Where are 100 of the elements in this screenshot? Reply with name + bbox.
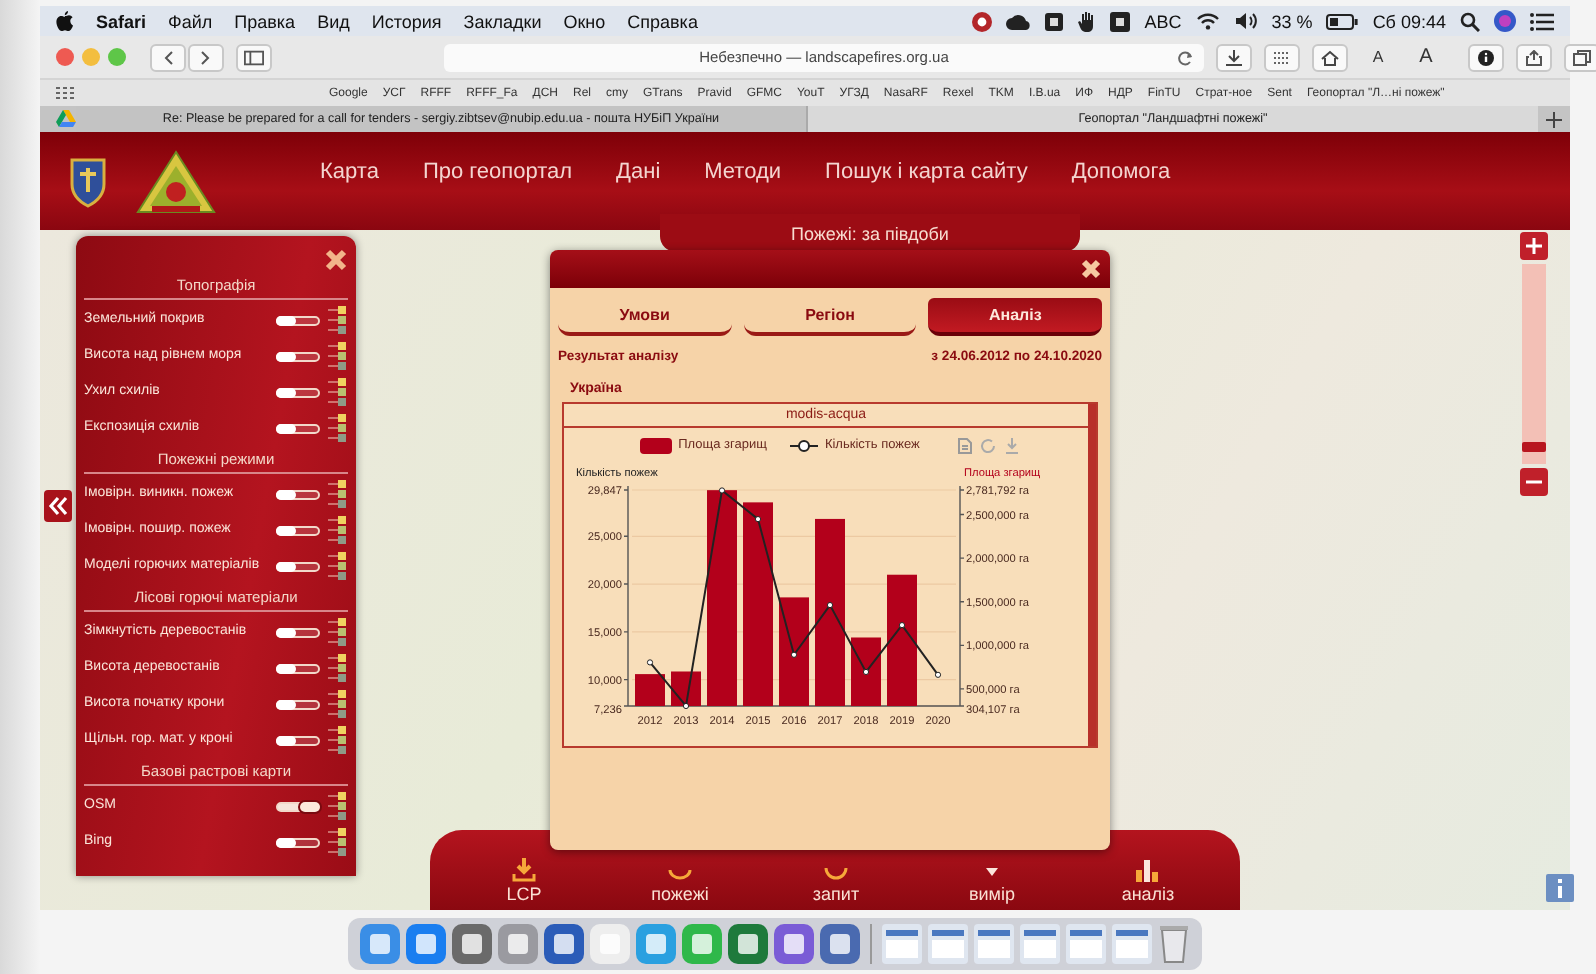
toggle-switch[interactable] — [276, 663, 320, 673]
input-source[interactable]: ABC — [1144, 11, 1182, 31]
app-icon[interactable] — [820, 924, 860, 964]
document-thumbnail-icon[interactable] — [1112, 924, 1152, 964]
toggle-switch[interactable] — [276, 699, 320, 709]
zoom-out-button[interactable] — [1520, 468, 1548, 496]
zoom-slider-track[interactable] — [1522, 264, 1546, 464]
collapse-button[interactable] — [44, 490, 72, 522]
chart-bar — [851, 637, 881, 706]
menu-item[interactable]: Файл — [168, 11, 213, 31]
nav-link[interactable]: Методи — [704, 159, 782, 183]
coat-of-arms-icon — [68, 155, 108, 207]
toggle-switch[interactable] — [276, 351, 320, 361]
nav-link[interactable]: Пошук і карта сайту — [825, 159, 1028, 183]
screen-icon[interactable] — [1044, 11, 1065, 31]
logo-icon — [136, 149, 216, 213]
text-size-button[interactable]: A — [1360, 43, 1396, 71]
tool-button[interactable]: вимір — [914, 858, 1070, 904]
tool-button[interactable]: пожежі — [602, 858, 758, 904]
orb-icon[interactable] — [1494, 10, 1516, 32]
legend-icon — [328, 341, 346, 371]
toggle-switch[interactable] — [276, 561, 320, 571]
tool-button[interactable]: аналіз — [1070, 858, 1226, 904]
nav-link[interactable]: Дані — [616, 159, 661, 183]
close-icon[interactable] — [324, 248, 348, 272]
menu-item[interactable]: Вид — [317, 11, 350, 31]
clock[interactable]: Сб 09:44 — [1372, 11, 1446, 31]
data-point — [934, 671, 942, 678]
app-icon[interactable] — [728, 924, 768, 964]
tool-button[interactable]: запит — [758, 858, 914, 904]
app-icon[interactable] — [360, 924, 400, 964]
dialog-tab[interactable]: Аналіз — [928, 298, 1103, 336]
toggle-switch[interactable] — [276, 489, 320, 499]
legend-icon — [328, 725, 346, 755]
plus-icon[interactable] — [1546, 111, 1562, 127]
toggle-switch[interactable] — [276, 315, 320, 325]
volume-icon[interactable] — [1233, 12, 1258, 30]
hand-icon[interactable] — [1078, 10, 1097, 32]
legend-icon — [328, 827, 346, 857]
document-thumbnail-icon[interactable] — [882, 924, 922, 964]
document-thumbnail-icon[interactable] — [974, 924, 1014, 964]
nav-link[interactable]: Допомога — [1071, 159, 1171, 183]
trash-icon[interactable] — [1158, 924, 1190, 964]
menu-item[interactable]: Закладки — [463, 11, 542, 31]
legend-icon — [328, 305, 346, 335]
toggle-switch[interactable] — [276, 735, 320, 745]
circle-icon[interactable] — [972, 11, 993, 31]
toggle-switch[interactable] — [276, 837, 320, 847]
nav-link[interactable]: Про геопортал — [422, 159, 573, 183]
toggle-switch[interactable] — [276, 387, 320, 397]
back-button[interactable] — [150, 43, 186, 71]
tabs-button[interactable] — [1564, 43, 1596, 71]
document-thumbnail-icon[interactable] — [928, 924, 968, 964]
legend-icon — [328, 689, 346, 719]
cloud-icon[interactable] — [1006, 12, 1031, 30]
menu-item[interactable]: История — [371, 11, 442, 31]
close-button[interactable] — [56, 48, 74, 66]
legend-line-icon — [790, 437, 819, 453]
text-size-button[interactable]: A — [1408, 43, 1444, 71]
list-icon[interactable] — [1530, 11, 1554, 31]
zoom-in-button[interactable] — [1520, 232, 1548, 260]
wifi-icon[interactable] — [1195, 12, 1220, 30]
sidebar-button[interactable] — [236, 43, 272, 71]
battery-icon[interactable] — [1326, 13, 1359, 29]
apple-icon[interactable] — [56, 10, 74, 32]
home-button[interactable] — [1312, 43, 1348, 71]
tool-button[interactable]: LCP — [446, 858, 602, 904]
menu-item[interactable]: Справка — [627, 11, 698, 31]
legend-icon — [328, 479, 346, 509]
download-button[interactable] — [1216, 43, 1252, 71]
chevron-right-icon — [200, 49, 212, 65]
toggle-switch[interactable] — [276, 423, 320, 433]
share-button[interactable] — [1516, 43, 1552, 71]
grid-icon[interactable] — [56, 86, 74, 100]
legend-icon — [328, 413, 346, 443]
toggle-switch[interactable] — [276, 801, 320, 811]
menu-item[interactable]: Правка — [234, 11, 296, 31]
toggle-switch[interactable] — [276, 627, 320, 637]
app-icon[interactable] — [774, 924, 814, 964]
document-thumbnail-icon[interactable] — [1066, 924, 1106, 964]
chart-bar — [779, 597, 809, 706]
reader-button[interactable] — [1264, 43, 1300, 71]
app-menu[interactable]: Safari — [96, 11, 147, 31]
search-icon[interactable] — [1460, 11, 1480, 31]
forward-button[interactable] — [188, 43, 224, 71]
menu-item[interactable]: Окно — [563, 11, 606, 31]
plus-icon — [1526, 238, 1542, 254]
toggle-switch[interactable] — [276, 525, 320, 535]
reload-icon[interactable] — [1178, 49, 1194, 65]
flag-icon[interactable] — [1110, 11, 1131, 31]
app-icon[interactable] — [406, 924, 446, 964]
data-point — [718, 487, 726, 494]
app-icon[interactable] — [544, 924, 584, 964]
nav-link[interactable]: Карта — [320, 159, 379, 183]
app-icon[interactable] — [452, 924, 492, 964]
zoom-slider-thumb[interactable] — [1522, 442, 1546, 453]
close-icon[interactable] — [1080, 258, 1102, 280]
sidebar-icon — [244, 49, 264, 65]
document-thumbnail-icon[interactable] — [1020, 924, 1060, 964]
info-button[interactable] — [1468, 43, 1504, 71]
